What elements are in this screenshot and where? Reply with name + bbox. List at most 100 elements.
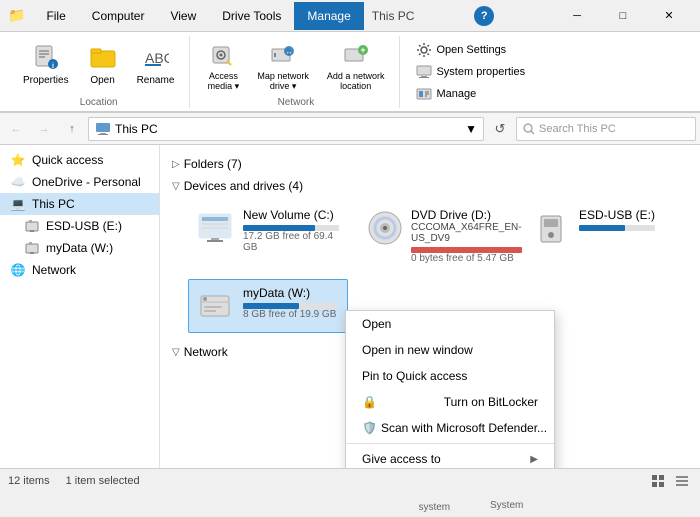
back-button[interactable]: ← bbox=[4, 117, 28, 141]
address-bar: ← → ↑ This PC ▼ ↺ Search This PC bbox=[0, 113, 700, 145]
drive-d[interactable]: DVD Drive (D:) CCCOMA_X64FRE_EN-US_DV9 0… bbox=[356, 201, 516, 271]
tab-computer[interactable]: Computer bbox=[79, 2, 158, 30]
ribbon-btn-add-network[interactable]: + Add a networklocation bbox=[320, 36, 392, 94]
system-properties-item[interactable]: System properties bbox=[410, 62, 531, 82]
drive-w-name: myData (W:) bbox=[243, 286, 336, 300]
system-group-items: Open Settings System properties Manage bbox=[410, 36, 531, 108]
drive-w-size: 8 GB free of 19.9 GB bbox=[243, 309, 336, 320]
drive-c-icon bbox=[197, 208, 237, 248]
window-controls: ─ □ ✕ bbox=[554, 0, 692, 32]
sidebar-item-quick-access[interactable]: ⭐ Quick access bbox=[0, 149, 159, 171]
details-view-button[interactable] bbox=[672, 471, 692, 491]
svg-text:ABC: ABC bbox=[145, 50, 169, 66]
network-icon: 🌐 bbox=[10, 262, 26, 278]
open-settings-item[interactable]: Open Settings bbox=[410, 40, 531, 60]
minimize-button[interactable]: ─ bbox=[554, 0, 600, 32]
drive-e-fill bbox=[579, 225, 625, 231]
up-button[interactable]: ↑ bbox=[60, 117, 84, 141]
help-button[interactable]: ? bbox=[474, 6, 494, 26]
ribbon-group-location: i Properties Open ABC Rename Loc bbox=[8, 36, 190, 108]
system-properties-icon bbox=[416, 64, 432, 80]
drive-d-subname: CCCOMA_X64FRE_EN-US_DV9 bbox=[411, 222, 522, 244]
refresh-button[interactable]: ↺ bbox=[488, 117, 512, 141]
tab-drive-tools[interactable]: Drive Tools bbox=[209, 2, 294, 30]
rename-label: Rename bbox=[137, 75, 175, 87]
properties-icon: i bbox=[30, 41, 62, 73]
drive-c-name: New Volume (C:) bbox=[243, 208, 339, 222]
network-title: Network bbox=[184, 345, 228, 359]
drive-d-info: DVD Drive (D:) CCCOMA_X64FRE_EN-US_DV9 0… bbox=[411, 208, 522, 264]
svg-text:i: i bbox=[52, 63, 54, 70]
status-bar: 12 items 1 item selected bbox=[0, 468, 700, 492]
app-icon-group: 📁 bbox=[8, 7, 25, 24]
mydata-icon bbox=[24, 240, 40, 256]
ctx-scan-defender[interactable]: 🛡️ Scan with Microsoft Defender... bbox=[346, 415, 554, 441]
ctx-bitlocker[interactable]: 🔒 Turn on BitLocker bbox=[346, 389, 554, 415]
ribbon-group-network: Accessmedia ▾ ↔ Map networkdrive ▾ + Add… bbox=[192, 36, 400, 108]
window-title: This PC bbox=[372, 9, 415, 23]
ribbon-btn-properties[interactable]: i Properties bbox=[16, 36, 76, 94]
ribbon-btn-map-drive[interactable]: ↔ Map networkdrive ▾ bbox=[250, 36, 316, 94]
close-button[interactable]: ✕ bbox=[646, 0, 692, 32]
this-pc-icon: 💻 bbox=[10, 196, 26, 212]
ribbon-btn-rename[interactable]: ABC Rename bbox=[130, 36, 182, 94]
forward-button[interactable]: → bbox=[32, 117, 56, 141]
drive-c-info: New Volume (C:) 17.2 GB free of 69.4 GB bbox=[243, 208, 339, 253]
ctx-sep-1 bbox=[346, 443, 554, 444]
folders-title: Folders (7) bbox=[184, 157, 242, 171]
sidebar-item-network[interactable]: 🌐 Network bbox=[0, 259, 159, 281]
drive-e[interactable]: ESD-USB (E:) bbox=[524, 201, 684, 271]
drives-section-header[interactable]: ▽ Devices and drives (4) bbox=[172, 175, 688, 197]
manage-item[interactable]: Manage bbox=[410, 84, 531, 104]
item-count: 12 items bbox=[8, 475, 50, 487]
system-properties-label: System properties bbox=[436, 66, 525, 78]
list-view-button[interactable] bbox=[648, 471, 668, 491]
drive-e-icon bbox=[533, 208, 573, 248]
search-icon bbox=[523, 123, 535, 135]
drive-w[interactable]: myData (W:) 8 GB free of 19.9 GB bbox=[188, 279, 348, 333]
computer-icon bbox=[95, 121, 111, 137]
drive-c-size: 17.2 GB free of 69.4 GB bbox=[243, 231, 339, 253]
main-content: ⭐ Quick access ☁️ OneDrive - Personal 💻 … bbox=[0, 145, 700, 468]
network-group-label: Network bbox=[278, 97, 315, 108]
ctx-pin-quick-access[interactable]: Pin to Quick access bbox=[346, 363, 554, 389]
drive-w-icon bbox=[197, 286, 237, 326]
ribbon-network-buttons: Accessmedia ▾ ↔ Map networkdrive ▾ + Add… bbox=[200, 36, 391, 97]
ctx-give-access[interactable]: Give access to ▶ bbox=[346, 446, 554, 468]
quick-access-icon: ⭐ bbox=[10, 152, 26, 168]
tab-manage[interactable]: Manage bbox=[294, 2, 363, 30]
system-label: System bbox=[490, 500, 523, 511]
esd-usb-icon bbox=[24, 218, 40, 234]
sidebar-item-mydata-label: myData (W:) bbox=[46, 241, 113, 255]
sidebar-item-esd-usb[interactable]: ESD-USB (E:) bbox=[0, 215, 159, 237]
manage-label: Manage bbox=[436, 88, 476, 100]
address-dropdown[interactable]: ▼ bbox=[465, 122, 477, 136]
network-chevron: ▽ bbox=[172, 347, 180, 358]
search-box[interactable]: Search This PC bbox=[516, 117, 696, 141]
map-drive-icon: ↔ bbox=[267, 41, 299, 69]
drive-d-icon bbox=[365, 208, 405, 248]
ctx-open[interactable]: Open bbox=[346, 311, 554, 337]
maximize-button[interactable]: □ bbox=[600, 0, 646, 32]
ribbon-group-system: Open Settings System properties Manage s… bbox=[402, 36, 539, 108]
ctx-open-new-window[interactable]: Open in new window bbox=[346, 337, 554, 363]
tab-file[interactable]: File bbox=[33, 2, 78, 30]
content-area: ▷ Folders (7) ▽ Devices and drives (4) N… bbox=[160, 145, 700, 468]
tab-view[interactable]: View bbox=[157, 2, 209, 30]
sidebar-item-quick-access-label: Quick access bbox=[32, 153, 103, 167]
folders-section-header[interactable]: ▷ Folders (7) bbox=[172, 153, 688, 175]
sidebar-item-this-pc[interactable]: 💻 This PC bbox=[0, 193, 159, 215]
drive-c[interactable]: New Volume (C:) 17.2 GB free of 69.4 GB bbox=[188, 201, 348, 271]
open-label: Open bbox=[90, 75, 114, 87]
folders-chevron: ▷ bbox=[172, 159, 180, 170]
selected-count: 1 item selected bbox=[66, 475, 140, 487]
onedrive-icon: ☁️ bbox=[10, 174, 26, 190]
app-icon: 📁 bbox=[8, 7, 25, 24]
address-path[interactable]: This PC ▼ bbox=[88, 117, 484, 141]
ribbon-btn-open[interactable]: Open bbox=[80, 36, 126, 94]
sidebar-item-mydata[interactable]: myData (W:) bbox=[0, 237, 159, 259]
ribbon-location-buttons: i Properties Open ABC Rename bbox=[16, 36, 181, 97]
add-network-label: Add a networklocation bbox=[327, 71, 385, 93]
ribbon-btn-access-media[interactable]: Accessmedia ▾ bbox=[200, 36, 246, 94]
sidebar-item-onedrive[interactable]: ☁️ OneDrive - Personal bbox=[0, 171, 159, 193]
